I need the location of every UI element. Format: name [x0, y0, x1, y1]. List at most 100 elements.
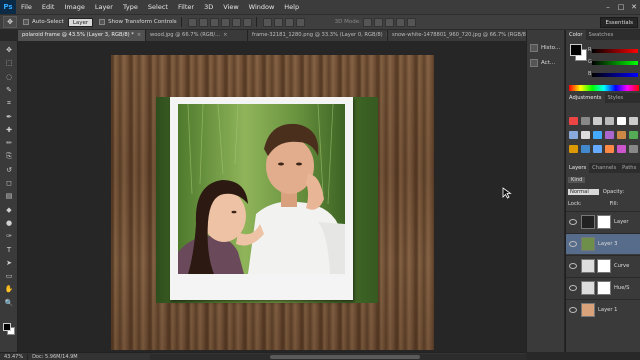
align-right-icon[interactable]	[242, 17, 252, 27]
vibrance-icon[interactable]	[617, 117, 626, 125]
layer-row[interactable]: Layer	[566, 211, 640, 232]
posterize-icon[interactable]	[569, 145, 578, 153]
brush-tool-icon[interactable]: ✏	[3, 138, 15, 148]
dodge-tool-icon[interactable]: ●	[3, 218, 15, 228]
toolbar-foreground-swatch[interactable]	[3, 323, 11, 331]
3d-scale-icon[interactable]	[406, 17, 416, 27]
move-tool-icon[interactable]: ✥	[3, 16, 17, 28]
hue-saturation-icon[interactable]	[629, 117, 638, 125]
show-transform-checkbox[interactable]	[99, 19, 106, 25]
distribute-icon[interactable]	[262, 17, 272, 27]
document-tab[interactable]: polaroid frame @ 43.5% (Layer 3, RGB/8) …	[18, 30, 146, 41]
horizontal-scrollbar[interactable]	[150, 354, 526, 360]
hand-tool-icon[interactable]: ✋	[3, 284, 15, 294]
auto-select-target-dropdown[interactable]: Layer	[67, 17, 94, 27]
menu-type[interactable]: Type	[118, 0, 143, 14]
close-tab-icon[interactable]: ×	[223, 32, 227, 38]
layer-filter-dropdown[interactable]: Kind	[568, 176, 586, 183]
align-left-icon[interactable]	[220, 17, 230, 27]
panel-button[interactable]: Act...	[530, 57, 564, 69]
eraser-tool-icon[interactable]: ◻	[3, 178, 15, 188]
layer-row[interactable]: Curve	[566, 255, 640, 276]
color-spectrum[interactable]	[569, 85, 639, 91]
quick-select-tool-icon[interactable]: ✎	[3, 85, 15, 95]
other-icon[interactable]	[629, 145, 638, 153]
menu-help[interactable]: Help	[279, 0, 304, 14]
menu-view[interactable]: View	[218, 0, 243, 14]
panel-tab-styles[interactable]: Styles	[605, 93, 627, 103]
red-slider[interactable]	[592, 49, 638, 53]
channel-mixer-icon[interactable]	[605, 131, 614, 139]
panel-tab-paths[interactable]: Paths	[619, 163, 639, 173]
zoom-tool-icon[interactable]: 🔍	[3, 298, 15, 308]
align-middle-icon[interactable]	[198, 17, 208, 27]
menu-3d[interactable]: 3D	[199, 0, 218, 14]
healing-tool-icon[interactable]: ✚	[3, 125, 15, 135]
layer-row[interactable]: Layer 3	[566, 233, 640, 254]
marquee-tool-icon[interactable]: ⬚	[3, 58, 15, 68]
exposure-icon[interactable]	[605, 117, 614, 125]
distribute-icon[interactable]	[284, 17, 294, 27]
layer-row[interactable]: Layer 1	[566, 299, 640, 320]
3d-pan-icon[interactable]	[384, 17, 394, 27]
eye-icon[interactable]	[569, 307, 577, 313]
canvas-area[interactable]	[18, 41, 526, 352]
menu-window[interactable]: Window	[244, 0, 280, 14]
type-tool-icon[interactable]: T	[3, 245, 15, 255]
color-lookup-icon[interactable]	[617, 131, 626, 139]
eye-icon[interactable]	[569, 285, 577, 291]
path-select-tool-icon[interactable]: ➤	[3, 258, 15, 268]
document-tab[interactable]: frame-32181_1280.png @ 33.3% (Layer 0, R…	[248, 30, 388, 41]
minimize-icon[interactable]: –	[602, 0, 614, 14]
align-center-icon[interactable]	[231, 17, 241, 27]
threshold-icon[interactable]	[581, 145, 590, 153]
panel-tab-adjustments[interactable]: Adjustments	[566, 93, 605, 103]
menu-image[interactable]: Image	[59, 0, 89, 14]
close-icon[interactable]: ✕	[628, 0, 640, 14]
panel-button[interactable]: Histo...	[530, 42, 564, 54]
lasso-tool-icon[interactable]: ◌	[3, 72, 15, 82]
selective-color-icon[interactable]	[605, 145, 614, 153]
shadows-icon[interactable]	[617, 145, 626, 153]
align-bottom-icon[interactable]	[209, 17, 219, 27]
document-canvas[interactable]	[111, 55, 434, 350]
curves-icon[interactable]	[593, 117, 602, 125]
history-brush-tool-icon[interactable]: ↺	[3, 165, 15, 175]
layer-row[interactable]: Hue/S	[566, 277, 640, 298]
foreground-color-swatch[interactable]	[570, 44, 582, 56]
stamp-tool-icon[interactable]: ⎘	[3, 151, 15, 161]
panel-tab-channels[interactable]: Channels	[589, 163, 619, 173]
black-white-icon[interactable]	[581, 131, 590, 139]
color-balance-icon[interactable]	[569, 131, 578, 139]
zoom-level[interactable]: 43.47%	[0, 353, 29, 360]
panel-tab-layers[interactable]: Layers	[566, 163, 590, 173]
document-tab[interactable]: snow-white-1478801_960_720.jpg @ 66.7% (…	[388, 30, 526, 41]
menu-file[interactable]: File	[16, 0, 37, 14]
eyedropper-tool-icon[interactable]: ✒	[3, 112, 15, 122]
levels-icon[interactable]	[581, 117, 590, 125]
menu-layer[interactable]: Layer	[90, 0, 118, 14]
move-tool-icon[interactable]: ✥	[3, 45, 15, 55]
menu-filter[interactable]: Filter	[173, 0, 199, 14]
gradient-map-icon[interactable]	[593, 145, 602, 153]
menu-select[interactable]: Select	[143, 0, 173, 14]
3d-slide-icon[interactable]	[395, 17, 405, 27]
workspace-dropdown[interactable]: Essentials	[600, 17, 638, 28]
eye-icon[interactable]	[569, 263, 577, 269]
distribute-icon[interactable]	[295, 17, 305, 27]
distribute-icon[interactable]	[273, 17, 283, 27]
scrollbar-thumb[interactable]	[270, 355, 420, 359]
pen-tool-icon[interactable]: ✑	[3, 231, 15, 241]
eye-icon[interactable]	[569, 219, 577, 225]
blend-mode-dropdown[interactable]: Normal	[568, 188, 599, 195]
3d-roll-icon[interactable]	[373, 17, 383, 27]
gradient-tool-icon[interactable]: ▤	[3, 191, 15, 201]
auto-select-checkbox[interactable]	[23, 19, 29, 25]
panel-tab-color[interactable]: Color	[566, 30, 586, 40]
invert-icon[interactable]	[629, 131, 638, 139]
close-tab-icon[interactable]: ×	[137, 32, 141, 38]
eye-icon[interactable]	[569, 241, 577, 247]
crop-tool-icon[interactable]: ⌗	[3, 98, 15, 108]
blur-tool-icon[interactable]: ◆	[3, 205, 15, 215]
green-slider[interactable]	[592, 61, 638, 65]
